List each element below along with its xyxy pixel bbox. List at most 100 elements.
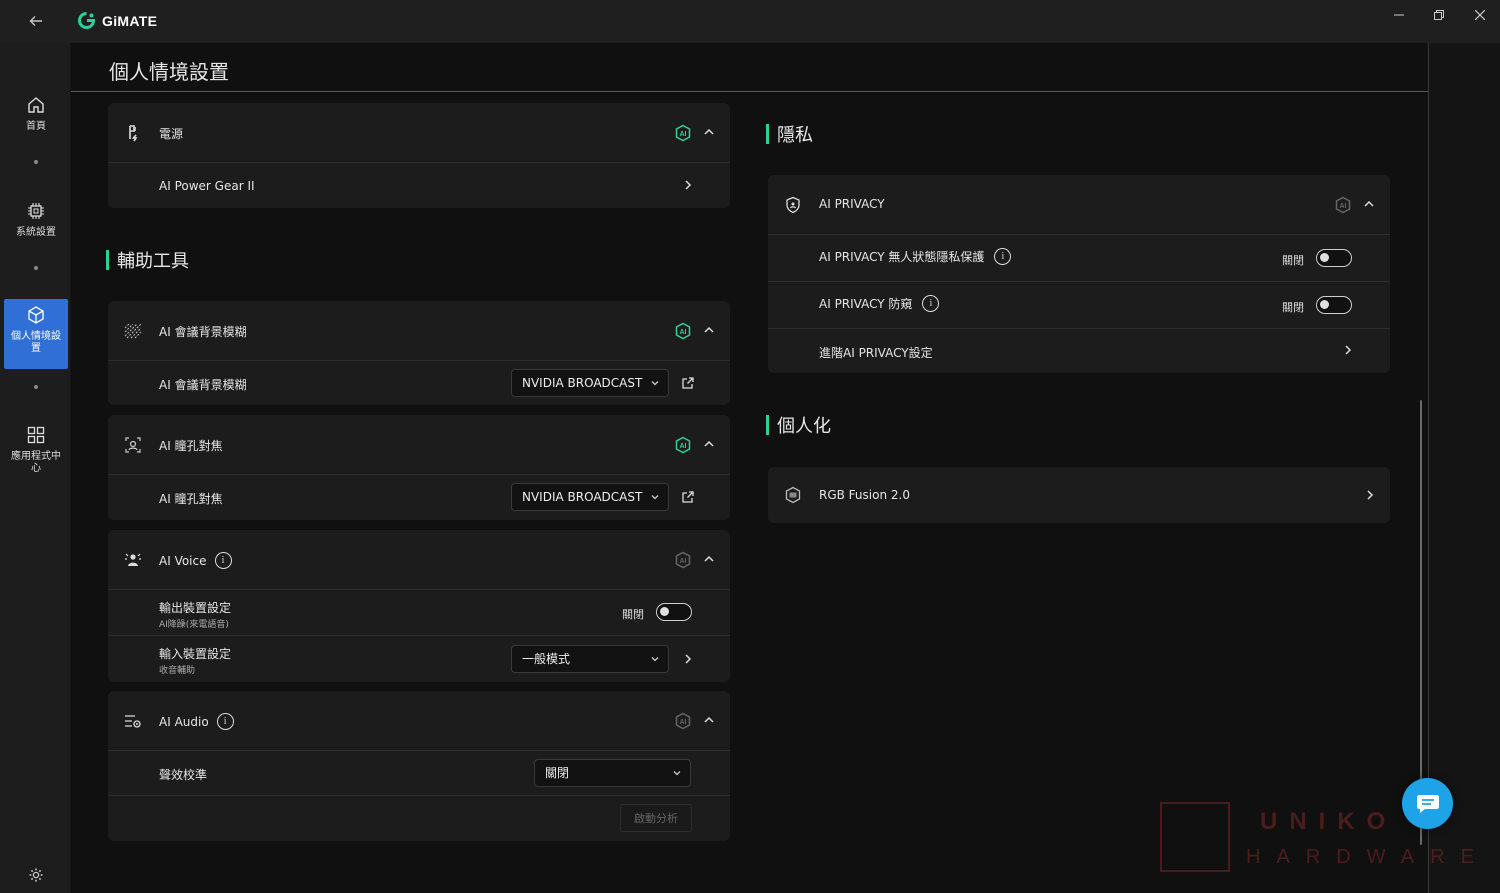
assist-tools-section-title: 輔助工具 <box>106 247 189 273</box>
audio-calibration-label: 聲效校準 <box>159 768 208 782</box>
power-card-title: 電源 <box>159 127 184 141</box>
privacy-presence-label: AI PRIVACY 無人狀態隱私保護 <box>819 250 985 264</box>
ai-power-gear-row[interactable]: AI Power Gear II <box>108 163 730 208</box>
back-button[interactable] <box>25 10 47 32</box>
chevron-right-icon <box>685 180 692 190</box>
chevron-up-icon[interactable] <box>702 323 716 337</box>
chevron-down-icon <box>651 381 659 386</box>
ai-shield-badge-icon: AI <box>675 436 691 454</box>
select-value: 一般模式 <box>522 652 571 666</box>
select-value: NVIDIA BROADCAST <box>522 376 643 390</box>
sidebar-item-label: 首頁 <box>26 121 46 132</box>
ai-audio-card-title: AI Audio <box>159 714 209 729</box>
chevron-up-icon[interactable] <box>1362 197 1376 211</box>
blur-icon <box>124 323 142 339</box>
ai-eye-provider-select[interactable]: NVIDIA BROADCAST <box>511 483 669 511</box>
sidebar-item-app-center[interactable]: 應用程式中心 <box>4 419 68 479</box>
audio-analyze-row: 啟動分析 <box>108 796 730 841</box>
external-link-icon[interactable] <box>681 490 695 504</box>
ai-eye-contact-card: AI 瞳孔對焦 AI AI 瞳孔對焦 NVIDIA BROADCAST <box>108 415 730 520</box>
ai-blur-card-header[interactable]: AI 會議背景模糊 AI <box>108 301 730 361</box>
info-icon[interactable]: i <box>994 248 1012 265</box>
chevron-up-icon[interactable] <box>702 713 716 727</box>
voice-input-label-wrap: 輸入裝置設定 收音輔助 <box>159 645 231 676</box>
brand: GiMATE <box>78 12 157 29</box>
power-card-header[interactable]: 電源 AI <box>108 103 730 163</box>
face-focus-icon <box>125 437 141 453</box>
info-icon[interactable]: i <box>922 295 940 312</box>
ai-audio-card-header[interactable]: AI Audio i AI <box>108 691 730 751</box>
sidebar-item-system[interactable]: 系統設置 <box>4 195 68 245</box>
privacy-presence-toggle-text: 關閉 <box>1282 254 1304 267</box>
privacy-title-text: 隱私 <box>777 125 813 146</box>
ai-blur-row: AI 會議背景模糊 NVIDIA BROADCAST <box>108 361 730 405</box>
ai-shield-badge-icon: AI <box>675 322 691 340</box>
chevron-right-icon[interactable] <box>682 653 694 665</box>
privacy-section-title: 隱私 <box>766 121 813 147</box>
sidebar-item-label: 系統設置 <box>16 227 56 238</box>
ai-power-gear-label: AI Power Gear II <box>159 179 255 193</box>
external-link-icon[interactable] <box>681 376 695 390</box>
rgb-fusion-card[interactable]: RGB Fusion 2.0 <box>768 467 1390 523</box>
minimize-button[interactable] <box>1386 6 1412 24</box>
ai-shield-badge-inactive-icon: AI <box>675 712 691 730</box>
sidebar-item-home[interactable]: 首頁 <box>4 89 68 139</box>
audio-settings-icon <box>125 715 141 728</box>
sidebar-item-personal-scenario[interactable]: 個人情境設置 <box>4 299 68 369</box>
watermark-line2: HARDWARE <box>1246 846 1490 868</box>
audio-calibration-select[interactable]: 關閉 <box>534 759 691 787</box>
ai-background-blur-card: AI 會議背景模糊 AI AI 會議背景模糊 NVIDIA BROADCAST <box>108 301 730 405</box>
select-value: 關閉 <box>545 766 570 780</box>
maximize-button[interactable] <box>1426 6 1452 24</box>
sidebar-item-label: 個人情境設置 <box>11 331 61 354</box>
ai-privacy-card: AI PRIVACY AI AI PRIVACY 無人狀態隱私保護 i 關閉 A… <box>768 175 1390 373</box>
nav-separator-dot <box>34 266 38 270</box>
ai-blur-provider-select[interactable]: NVIDIA BROADCAST <box>511 369 669 397</box>
voice-people-icon <box>125 553 141 566</box>
apps-grid-icon <box>27 426 45 444</box>
chevron-right-icon <box>1367 490 1374 500</box>
privacy-anti-peep-toggle[interactable] <box>1316 296 1352 314</box>
privacy-presence-toggle[interactable] <box>1316 249 1352 267</box>
privacy-anti-peep-label-wrap: AI PRIVACY 防窺 i <box>819 295 940 312</box>
ai-blur-card-title: AI 會議背景模糊 <box>159 325 247 339</box>
arrow-left-icon <box>29 16 42 26</box>
voice-output-label-wrap: 輸出裝置設定 AI降躁(來電語音) <box>159 599 231 630</box>
chat-support-button[interactable] <box>1402 778 1453 829</box>
close-icon <box>1475 10 1485 20</box>
ai-audio-card-title-wrap: AI Audio i <box>159 713 234 730</box>
voice-output-toggle-text: 關閉 <box>622 608 644 621</box>
ai-eye-card-header[interactable]: AI 瞳孔對焦 AI <box>108 415 730 475</box>
voice-input-mode-select[interactable]: 一般模式 <box>511 645 669 673</box>
main-content: 個人情境設置 電源 AI AI Power Gear II 輔助工具 AI 會議… <box>71 43 1428 893</box>
info-icon[interactable]: i <box>214 552 232 569</box>
nav-separator-dot <box>34 160 38 164</box>
chevron-up-icon[interactable] <box>702 437 716 451</box>
privacy-presence-row: AI PRIVACY 無人狀態隱私保護 i 關閉 <box>768 235 1390 282</box>
rgb-fusion-icon <box>785 486 801 504</box>
section-accent-bar <box>766 124 769 144</box>
chevron-up-icon[interactable] <box>702 125 716 139</box>
home-icon <box>28 97 44 113</box>
voice-input-row: 輸入裝置設定 收音輔助 一般模式 <box>108 636 730 682</box>
svg-text:AI: AI <box>680 329 687 336</box>
gimate-logo-icon <box>78 12 95 29</box>
gear-icon[interactable] <box>27 866 45 884</box>
app-name: GiMATE <box>102 12 158 29</box>
svg-text:AI: AI <box>680 719 687 726</box>
page-header: 個人情境設置 <box>71 43 1428 92</box>
ai-privacy-card-header[interactable]: AI PRIVACY AI <box>768 175 1390 235</box>
chevron-up-icon[interactable] <box>702 552 716 566</box>
start-analysis-button[interactable]: 啟動分析 <box>620 804 692 832</box>
voice-output-sublabel: AI降躁(來電語音) <box>159 620 229 630</box>
privacy-presence-label-wrap: AI PRIVACY 無人狀態隱私保護 i <box>819 248 1012 265</box>
ai-voice-card: AI Voice i AI 輸出裝置設定 AI降躁(來電語音) 關閉 輸入裝置設… <box>108 530 730 682</box>
voice-input-label: 輸入裝置設定 <box>159 647 232 661</box>
voice-input-sublabel: 收音輔助 <box>159 666 196 676</box>
svg-text:AI: AI <box>680 131 687 138</box>
voice-output-toggle[interactable] <box>656 603 692 621</box>
ai-voice-card-header[interactable]: AI Voice i AI <box>108 530 730 590</box>
privacy-advanced-row[interactable]: 進階AI PRIVACY設定 <box>768 329 1390 373</box>
close-button[interactable] <box>1467 6 1493 24</box>
info-icon[interactable]: i <box>216 713 234 730</box>
